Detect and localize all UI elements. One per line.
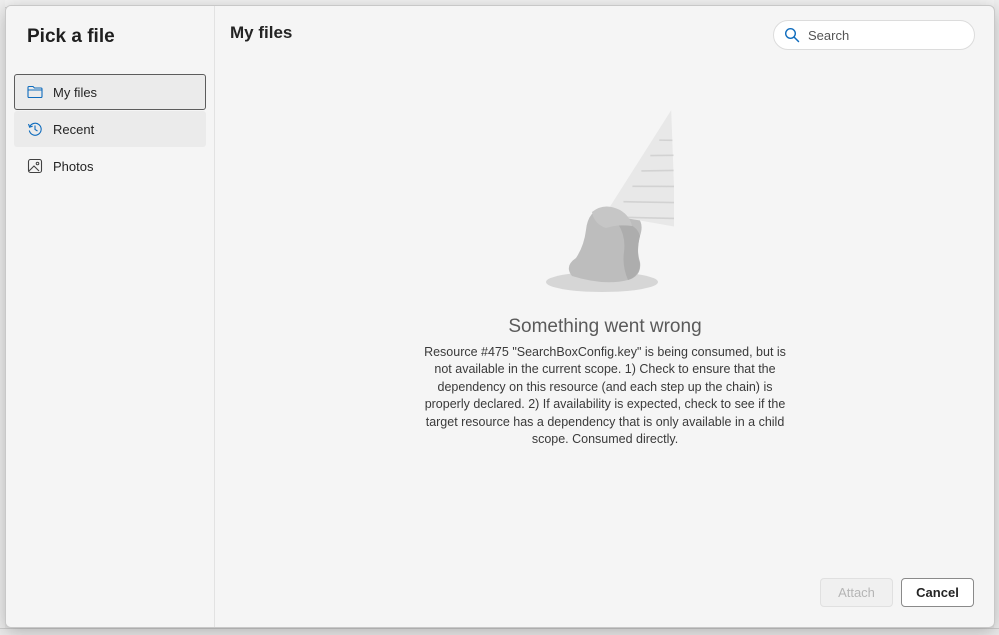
sidebar-item-label: Recent <box>53 121 95 137</box>
error-title: Something went wrong <box>508 316 702 337</box>
main-pane: My files Search Something went wrong Res… <box>216 6 994 627</box>
image-icon <box>27 158 43 174</box>
sidebar-item-label: My files <box>53 84 98 100</box>
background-app-bottom <box>0 628 999 635</box>
history-icon <box>27 121 43 137</box>
sidebar-nav: My files Recent Photos <box>14 74 206 185</box>
attach-button[interactable]: Attach <box>820 578 893 607</box>
error-message: Resource #475 "SearchBoxConfig.key" is b… <box>424 345 786 447</box>
cancel-button[interactable]: Cancel <box>901 578 974 607</box>
sidebar-item-label: Photos <box>53 158 94 174</box>
dialog-title: Pick a file <box>27 26 115 47</box>
search-box[interactable] <box>773 20 975 50</box>
search-icon <box>784 27 800 43</box>
sidebar-item-recent[interactable]: Recent <box>14 111 206 147</box>
sidebar: Pick a file My files Recent Photos <box>6 6 215 627</box>
folder-icon <box>27 84 43 100</box>
page-title: My files <box>230 23 293 42</box>
file-picker-dialog: Pick a file My files Recent Photos My fi… <box>5 5 995 628</box>
melted-ice-cream-cone-icon <box>544 106 677 298</box>
search-input[interactable] <box>808 27 958 43</box>
sidebar-item-my-files[interactable]: My files <box>14 74 206 110</box>
sidebar-item-photos[interactable]: Photos <box>14 148 206 184</box>
